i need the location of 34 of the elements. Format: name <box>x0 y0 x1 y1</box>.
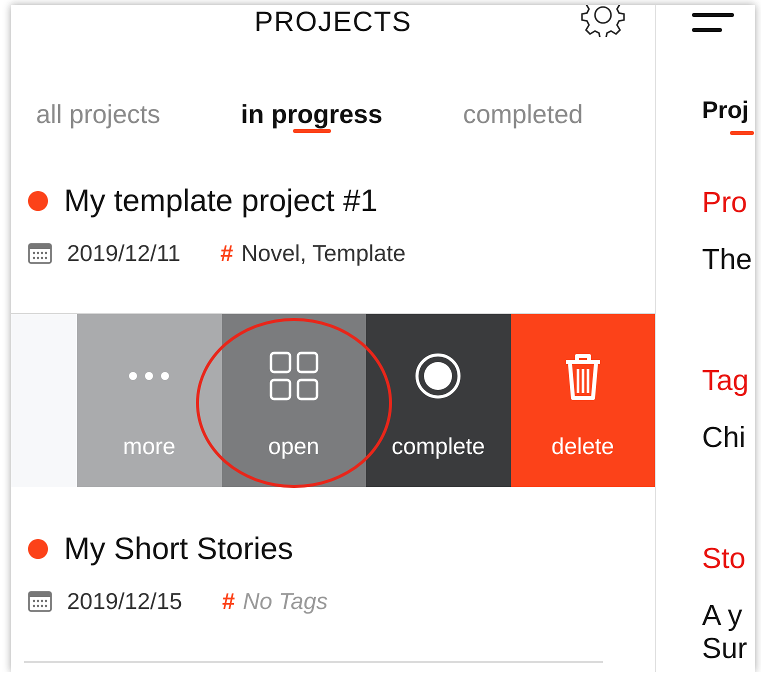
grid-icon <box>268 351 319 401</box>
section-heading: Sto <box>702 542 747 577</box>
project-date: 2019/12/11 <box>67 240 180 266</box>
section-heading: Pro <box>702 186 748 221</box>
project-date: 2019/12/15 <box>67 588 182 614</box>
delete-button[interactable]: delete <box>510 314 655 487</box>
tag-mark: # <box>220 240 234 266</box>
calendar-icon <box>28 590 52 612</box>
filter-tab[interactable]: all projects <box>36 94 160 134</box>
tab-underline <box>730 131 754 135</box>
project-title: My Short Stories <box>64 531 294 567</box>
project-tags: No Tags <box>242 588 328 614</box>
more-dots-icon <box>129 372 170 380</box>
open-button[interactable]: open <box>222 314 366 487</box>
radio-circle-icon <box>414 352 462 400</box>
section-text: Chi <box>702 422 747 455</box>
status-dot <box>28 539 48 559</box>
section-text: Sur <box>702 633 748 666</box>
filter-tab[interactable]: completed <box>463 94 583 134</box>
complete-button[interactable]: complete <box>366 314 510 487</box>
section-text: A y <box>702 600 744 633</box>
filter-tab[interactable]: in progress <box>240 94 382 134</box>
section-text: The <box>702 244 753 277</box>
more-button[interactable]: more <box>77 314 222 487</box>
status-dot <box>28 191 48 211</box>
project-tags: Novel, Template <box>241 240 406 266</box>
detail-tab[interactable]: Proj <box>702 96 755 136</box>
tag-mark: # <box>222 588 235 614</box>
calendar-icon <box>28 242 52 264</box>
tab-underline <box>292 129 331 133</box>
settings-icon[interactable] <box>581 5 625 37</box>
project-title: My template project #1 <box>64 183 378 219</box>
page-title: PROJECTS <box>254 7 412 37</box>
section-heading: Tag <box>702 364 750 399</box>
